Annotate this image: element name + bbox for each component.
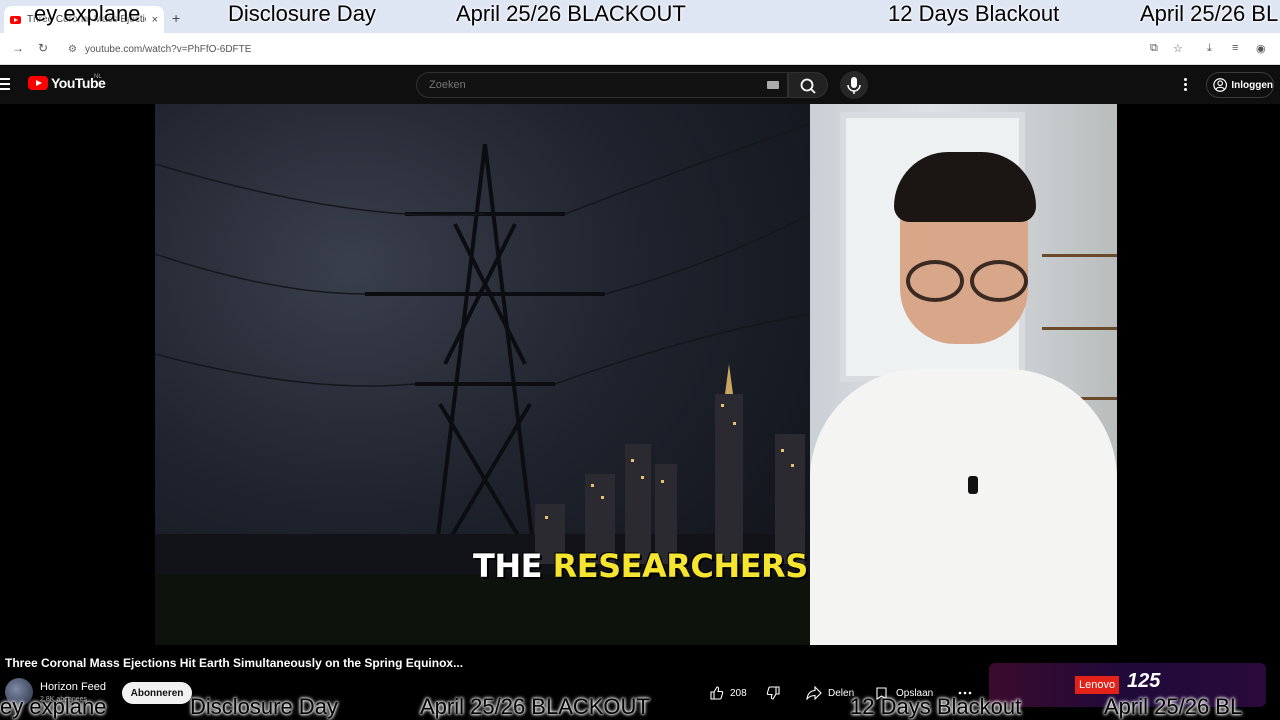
menu-icon[interactable] [0,78,10,90]
signin-button[interactable]: Inloggen [1206,72,1274,98]
share-button[interactable]: Delen [806,682,854,704]
lapel-microphone [968,476,978,494]
ticker-top-5: April 25/26 BL [1140,1,1279,26]
thumbs-down-icon [766,686,780,700]
presenter-shirt [810,369,1117,645]
ticker-bottom-2: Disclosure Day [190,694,338,719]
keyboard-icon[interactable] [767,81,779,89]
region-code: NL [94,74,102,80]
install-app-icon[interactable]: ⧉ [1150,42,1158,55]
video-caption: THE RESEARCHERS [473,547,808,585]
media-queue-icon[interactable]: ≡ [1232,42,1238,54]
ticker-bottom-3: April 25/26 BLACKOUT [420,694,650,719]
presenter-scene [810,104,1117,645]
lenovo-125-badge: 125 [1127,670,1161,692]
youtube-favicon-icon [10,15,21,24]
address-bar: → ↻ ⚙ youtube.com/watch?v=PhFfO-6DFTE ⧉ … [0,33,1280,65]
tab-close-icon[interactable]: × [152,14,158,26]
video-title: Three Coronal Mass Ejections Hit Earth S… [5,656,464,670]
signin-label: Inloggen [1231,79,1273,91]
profile-icon[interactable]: ◉ [1256,42,1266,55]
ticker-bottom-1: ey explane [0,694,107,719]
presenter-glasses [906,260,1028,302]
search-box [416,72,788,98]
ticker-top-1: ey explane [34,1,141,26]
page: Three Coronal Mass Ejectio... × + → ↻ ⚙ … [0,0,1280,720]
new-tab-icon[interactable]: + [172,10,180,26]
share-icon [806,686,822,700]
ticker-bottom-5: April 25/26 BL [1104,694,1243,719]
omnibox[interactable]: ⚙ youtube.com/watch?v=PhFfO-6DFTE [60,37,1190,61]
ticker-top-4: 12 Days Blackout [888,1,1060,26]
caption-yellow-word: RESEARCHERS [552,547,809,585]
like-count: 208 [730,687,747,699]
dislike-button[interactable] [766,682,780,704]
ticker-top-3: April 25/26 BLACKOUT [456,1,686,26]
more-options-icon[interactable] [1184,78,1188,93]
presenter-hair [894,152,1036,222]
bookmark-star-icon[interactable]: ☆ [1173,42,1183,55]
voice-search-button[interactable] [840,71,868,99]
youtube-header: YouTube NL Inlogg [0,66,1280,104]
video-player[interactable]: THE RESEARCHERS [0,104,1280,645]
channel-name[interactable]: Horizon Feed [40,681,106,693]
youtube-play-logo-icon [28,76,48,90]
video-frame[interactable]: THE RESEARCHERS [155,104,1117,645]
thumbs-up-icon [710,686,724,700]
search-button[interactable] [788,72,828,98]
reload-icon[interactable]: ↻ [38,41,48,55]
subscribe-button[interactable]: Abonneren [122,682,192,704]
ticker-bottom-4: 12 Days Blackout [850,694,1022,719]
search-input[interactable] [429,79,749,91]
lenovo-logo: Lenovo [1075,676,1120,694]
search-icon [800,78,816,94]
like-button[interactable]: 208 [710,682,747,704]
forward-icon[interactable]: → [12,41,24,55]
microphone-icon [847,77,861,94]
caption-white-word: THE [473,547,542,585]
url-text: youtube.com/watch?v=PhFfO-6DFTE [84,43,252,55]
site-info-icon[interactable]: ⚙ [68,44,77,55]
download-icon[interactable]: ⤓ [1207,42,1212,55]
ticker-top-2: Disclosure Day [228,1,376,26]
account-icon [1213,78,1228,92]
